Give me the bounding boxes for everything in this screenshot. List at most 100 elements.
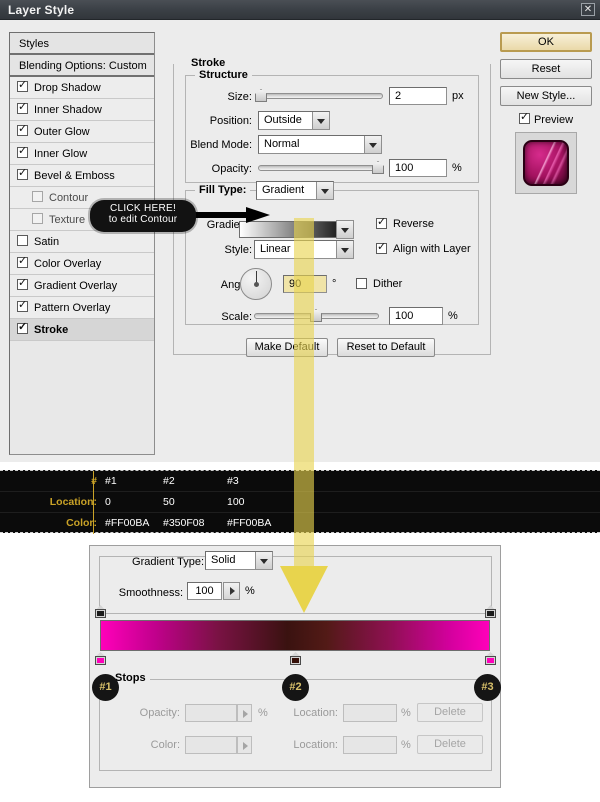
chevron-down-icon[interactable] — [316, 182, 333, 199]
opacity-stop-handle[interactable] — [485, 605, 496, 618]
style-checkbox[interactable] — [17, 123, 28, 136]
window-titlebar: Layer Style ✕ — [0, 0, 600, 20]
color-stop-handle[interactable] — [485, 652, 496, 665]
dither-label: Dither — [373, 278, 403, 290]
style-checkbox[interactable] — [17, 255, 28, 268]
stop-opacity-stepper-arrow-icon[interactable] — [237, 704, 252, 722]
style-checkbox[interactable] — [17, 101, 28, 114]
reset-to-default-button[interactable]: Reset to Default — [337, 338, 435, 357]
opacity-input[interactable]: 100 — [389, 159, 447, 177]
smoothness-stepper-arrow-icon[interactable] — [223, 582, 240, 600]
reverse-checkbox-box[interactable] — [376, 216, 387, 229]
angle-input[interactable]: 90 — [283, 275, 327, 293]
style-item-label: Bevel & Emboss — [34, 170, 115, 182]
stop-opacity-input[interactable] — [185, 704, 237, 722]
ok-button[interactable]: OK — [500, 32, 592, 52]
style-checkbox[interactable] — [17, 145, 28, 158]
sidebar-item-outer-glow[interactable]: Outer Glow — [10, 121, 154, 143]
angle-dial[interactable] — [240, 268, 272, 300]
stop-opacity-delete-button[interactable]: Delete — [417, 703, 483, 722]
dialog-actions: OK Reset New Style... Preview — [500, 32, 592, 194]
gradient-dropdown-arrow-icon[interactable] — [336, 220, 354, 239]
close-icon[interactable]: ✕ — [581, 3, 595, 16]
table-cell-color: #FF00BA — [227, 517, 272, 529]
size-slider-thumb[interactable] — [255, 89, 267, 102]
sidebar-item-gradient-overlay[interactable]: Gradient Overlay — [10, 275, 154, 297]
sidebar-item-pattern-overlay[interactable]: Pattern Overlay — [10, 297, 154, 319]
scale-slider-thumb[interactable] — [310, 309, 322, 322]
opacity-slider-thumb[interactable] — [372, 161, 384, 174]
table-row — [0, 471, 600, 492]
chevron-down-icon[interactable] — [312, 112, 329, 129]
sidebar-item-drop-shadow[interactable]: Drop Shadow — [10, 77, 154, 99]
scale-slider[interactable] — [254, 309, 379, 322]
sidebar-item-satin[interactable]: Satin — [10, 231, 154, 253]
gradient-type-value: Solid — [211, 554, 236, 566]
table-cell-color: #FF00BA — [105, 517, 150, 529]
structure-group-label: Structure — [195, 69, 252, 81]
window-title: Layer Style — [8, 3, 75, 17]
sidebar-item-inner-glow[interactable]: Inner Glow — [10, 143, 154, 165]
table-row-label: Color: — [66, 517, 97, 529]
stop-swatch — [97, 658, 104, 663]
style-checkbox[interactable] — [17, 79, 28, 92]
reset-button[interactable]: Reset — [500, 59, 592, 79]
stop-color-delete-button[interactable]: Delete — [417, 735, 483, 754]
table-cell-color: #350F08 — [163, 517, 205, 529]
smoothness-input[interactable]: 100 — [187, 582, 222, 600]
gradient-type-select[interactable]: Solid — [205, 551, 273, 570]
stop-opacity-location-input[interactable] — [343, 704, 397, 722]
opacity-slider[interactable] — [258, 161, 384, 174]
size-input[interactable]: 2 — [389, 87, 447, 105]
preview-checkbox[interactable] — [518, 111, 530, 124]
stop-swatch — [97, 611, 104, 616]
style-select[interactable]: Linear — [254, 240, 354, 259]
stop-color-arrow-icon[interactable] — [237, 736, 252, 754]
dither-checkbox-box[interactable] — [356, 278, 367, 289]
stroke-group-label: Stroke — [191, 57, 226, 69]
opacity-stop-handle[interactable] — [95, 605, 106, 618]
size-slider[interactable] — [255, 89, 383, 102]
scale-input[interactable]: 100 — [389, 307, 443, 325]
fill-type-select[interactable]: Gradient — [256, 181, 334, 200]
style-checkbox[interactable] — [17, 321, 28, 334]
chevron-down-icon[interactable] — [336, 241, 353, 258]
angle-unit: ° — [332, 278, 337, 290]
blending-options-row[interactable]: Blending Options: Custom — [10, 55, 154, 77]
sidebar-item-stroke[interactable]: Stroke — [10, 319, 154, 341]
stop-color-label: Color: — [150, 739, 180, 751]
new-style-button[interactable]: New Style... — [500, 86, 592, 106]
chevron-down-icon[interactable] — [255, 552, 272, 569]
color-stop-handle[interactable] — [95, 652, 106, 665]
gradient-type-label: Gradient Type: — [132, 556, 204, 568]
style-checkbox[interactable] — [32, 213, 43, 224]
make-default-button[interactable]: Make Default — [246, 338, 328, 357]
stop-color-location-input[interactable] — [343, 736, 397, 754]
sidebar-item-inner-shadow[interactable]: Inner Shadow — [10, 99, 154, 121]
align-with-layer-checkbox[interactable]: Align with Layer — [376, 241, 471, 256]
callout-line-2: to edit Contour — [108, 214, 178, 225]
reverse-checkbox[interactable]: Reverse — [376, 216, 434, 231]
table-row-label: Location: — [49, 496, 97, 508]
align-checkbox-box[interactable] — [376, 241, 387, 254]
position-select[interactable]: Outside — [258, 111, 330, 130]
style-checkbox[interactable] — [17, 299, 28, 312]
opacity-unit: % — [452, 162, 462, 174]
stop-color-swatch[interactable] — [185, 736, 237, 754]
style-checkbox[interactable] — [32, 191, 43, 202]
chevron-down-icon[interactable] — [364, 136, 381, 153]
color-stop-handle[interactable] — [290, 652, 301, 665]
style-item-label: Texture — [49, 214, 86, 226]
size-label: Size: — [227, 91, 252, 103]
gradient-preview-bar[interactable] — [100, 620, 490, 651]
blend-mode-select[interactable]: Normal — [258, 135, 382, 154]
style-checkbox[interactable] — [17, 277, 28, 290]
callout-line-1: CLICK HERE! — [109, 203, 177, 214]
sidebar-item-bevel-emboss[interactable]: Bevel & Emboss — [10, 165, 154, 187]
style-checkbox[interactable] — [17, 235, 28, 246]
preview-toggle[interactable]: Preview — [500, 111, 592, 126]
dither-checkbox[interactable]: Dither — [356, 278, 402, 291]
sidebar-item-color-overlay[interactable]: Color Overlay — [10, 253, 154, 275]
stop-opacity-label: Opacity: — [139, 707, 180, 719]
style-checkbox[interactable] — [17, 167, 28, 180]
